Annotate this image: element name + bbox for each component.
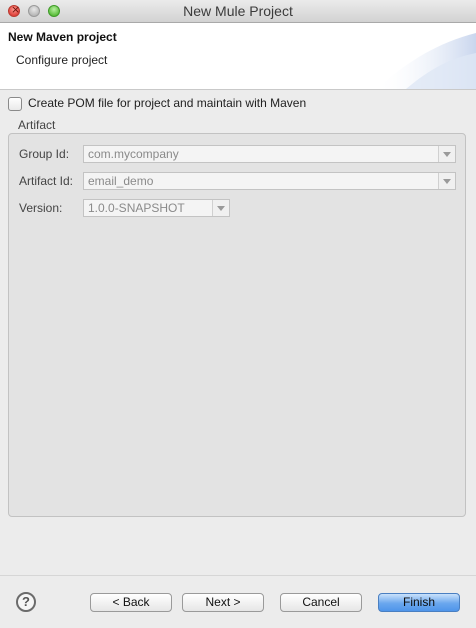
wizard-header: New Maven project Configure project	[0, 23, 476, 90]
version-combo[interactable]: 1.0.0-SNAPSHOT	[83, 199, 230, 217]
artifact-group-label: Artifact	[18, 118, 56, 132]
chevron-down-icon[interactable]	[212, 200, 229, 216]
group-id-value: com.mycompany	[88, 147, 179, 161]
wizard-banner-graphic	[376, 33, 476, 89]
chevron-down-icon[interactable]	[438, 173, 455, 189]
chevron-down-icon[interactable]	[438, 146, 455, 162]
create-pom-label: Create POM file for project and maintain…	[28, 96, 307, 110]
artifact-id-combo[interactable]: email_demo	[83, 172, 456, 190]
artifact-group	[8, 133, 466, 517]
artifact-id-label: Artifact Id:	[19, 174, 74, 188]
back-button[interactable]: < Back	[90, 593, 172, 612]
button-bar-divider	[0, 575, 476, 576]
help-icon[interactable]: ?	[16, 592, 36, 612]
window-title-bar: New Mule Project	[0, 0, 476, 23]
wizard-page-title: New Maven project	[8, 30, 117, 44]
window-title: New Mule Project	[183, 3, 293, 19]
group-id-label: Group Id:	[19, 147, 70, 161]
cancel-button[interactable]: Cancel	[280, 593, 362, 612]
create-pom-checkbox[interactable]	[8, 97, 22, 111]
artifact-id-value: email_demo	[88, 174, 154, 188]
version-value: 1.0.0-SNAPSHOT	[88, 201, 185, 215]
wizard-page-subtitle: Configure project	[16, 53, 108, 67]
group-id-combo[interactable]: com.mycompany	[83, 145, 456, 163]
finish-button[interactable]: Finish	[378, 593, 460, 612]
version-label: Version:	[19, 201, 63, 215]
next-button[interactable]: Next >	[182, 593, 264, 612]
